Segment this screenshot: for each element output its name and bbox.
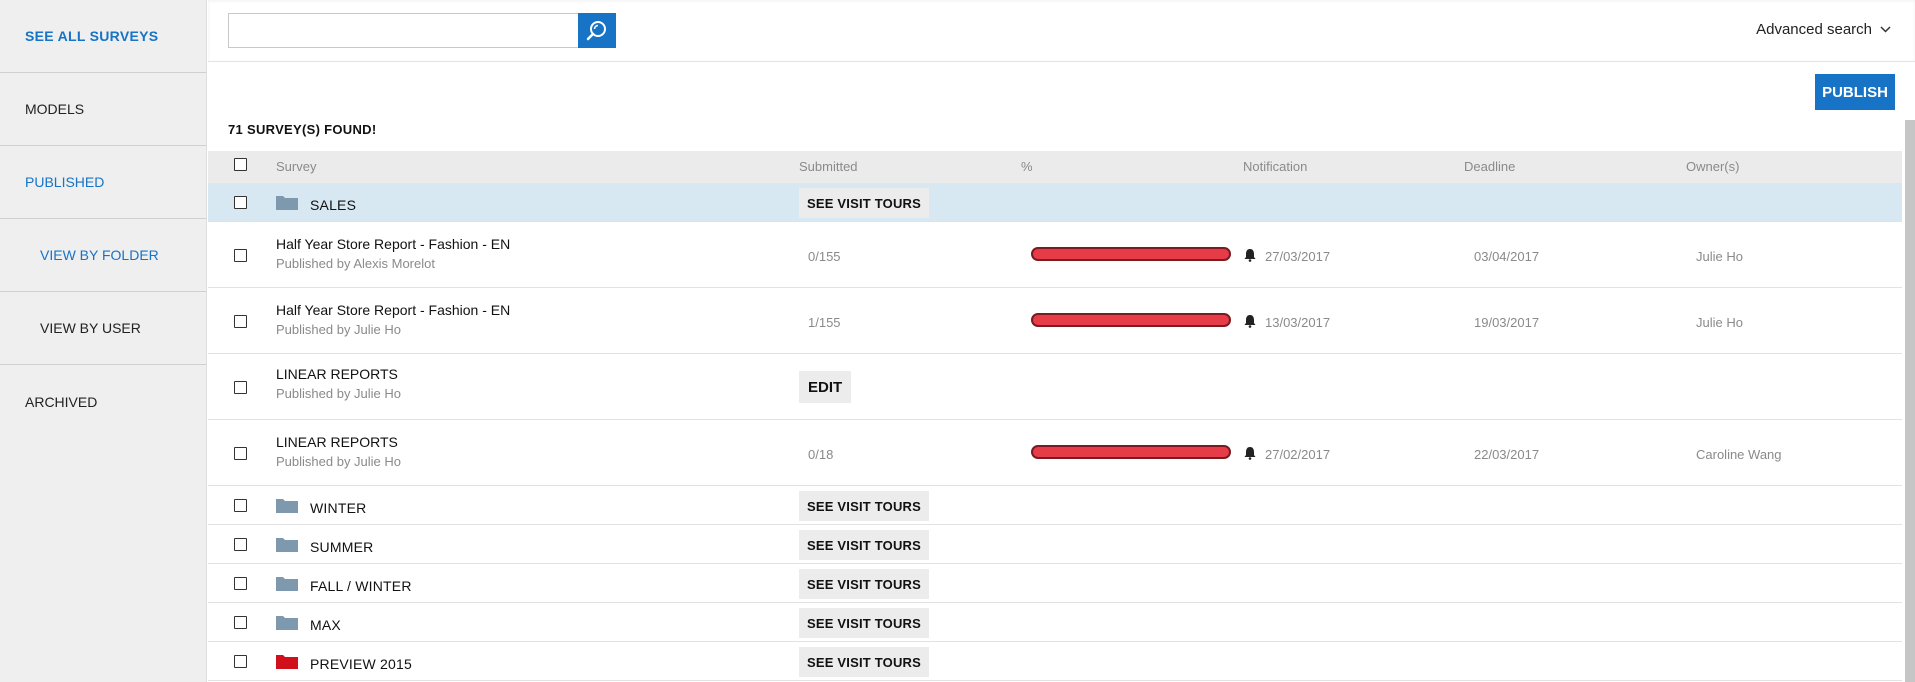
sidebar-item-published[interactable]: PUBLISHED [0,146,206,219]
table-row[interactable]: LINEAR REPORTS Published by Julie Ho 0/1… [208,420,1902,486]
survey-title[interactable]: LINEAR REPORTS [276,434,398,450]
sidebar-item-label: ARCHIVED [25,393,98,410]
sidebar-item-view-by-folder[interactable]: VIEW BY FOLDER [0,219,206,292]
notification-date: 13/03/2017 [1265,315,1331,330]
folder-icon [276,655,298,669]
table-row[interactable]: Half Year Store Report - Fashion - EN Pu… [208,222,1902,288]
folder-name[interactable]: PREVIEW 2015 [310,656,412,672]
folder-icon [276,616,298,630]
search-icon [586,20,606,40]
search-button[interactable] [578,13,616,48]
sidebar-item-view-by-user[interactable]: VIEW BY USER [0,292,206,365]
bell-icon [1244,249,1256,262]
row-checkbox[interactable] [234,315,247,328]
deadline-date: 22/03/2017 [1474,447,1540,462]
folder-icon [276,577,298,591]
column-header-percent[interactable]: % [1021,159,1033,174]
select-all-checkbox[interactable] [234,158,247,171]
row-checkbox[interactable] [234,249,247,262]
sidebar-item-models[interactable]: MODELS [0,73,206,146]
survey-title[interactable]: Half Year Store Report - Fashion - EN [276,236,510,252]
folder-name[interactable]: WINTER [310,500,366,516]
folder-name[interactable]: MAX [310,617,341,633]
sidebar-item-label: VIEW BY FOLDER [40,247,159,263]
table-row[interactable]: Half Year Store Report - Fashion - EN Pu… [208,288,1902,354]
submitted-count: 0/18 [808,447,834,462]
table-row[interactable]: LINEAR REPORTS Published by Julie Ho EDI… [208,354,1902,420]
published-by: Published by Alexis Morelot [276,256,435,271]
published-by: Published by Julie Ho [276,322,402,337]
advanced-search-label: Advanced search [1756,21,1872,38]
folder-name[interactable]: SUMMER [310,539,373,555]
submitted-count: 0/155 [808,249,841,264]
folder-name[interactable]: FALL / WINTER [310,578,412,594]
scrollbar[interactable] [1905,120,1915,682]
row-checkbox[interactable] [234,577,247,590]
sidebar: SEE ALL SURVEYS MODELS PUBLISHED VIEW BY… [0,0,207,682]
notification-date: 27/03/2017 [1265,249,1331,264]
sidebar-item-label: SEE ALL SURVEYS [25,28,159,44]
owner-name: Caroline Wang [1696,447,1782,462]
top-bar: Advanced search [208,0,1915,62]
publish-button[interactable]: PUBLISH [1815,74,1895,110]
table-row[interactable]: MAX SEE VISIT TOURS [208,603,1902,642]
row-checkbox[interactable] [234,447,247,460]
see-visit-tours-button[interactable]: SEE VISIT TOURS [799,530,930,560]
results-count: 71 SURVEY(S) FOUND! [228,122,377,137]
notification-date: 27/02/2017 [1265,447,1331,462]
deadline-date: 03/04/2017 [1474,249,1540,264]
see-visit-tours-button[interactable]: SEE VISIT TOURS [799,188,930,218]
table-row[interactable]: PREVIEW 2015 SEE VISIT TOURS [208,642,1902,681]
survey-table: Survey Submitted % Notification Deadline… [208,151,1902,681]
row-checkbox[interactable] [234,196,247,209]
folder-icon [276,196,298,210]
row-checkbox[interactable] [234,655,247,668]
survey-title[interactable]: Half Year Store Report - Fashion - EN [276,302,510,318]
table-header: Survey Submitted % Notification Deadline… [208,151,1902,183]
row-checkbox[interactable] [234,499,247,512]
published-by: Published by Julie Ho [276,454,402,469]
survey-title[interactable]: LINEAR REPORTS [276,366,398,382]
see-visit-tours-button[interactable]: SEE VISIT TOURS [799,608,930,638]
column-header-notification[interactable]: Notification [1243,159,1307,174]
bell-icon [1244,315,1256,328]
owner-name: Julie Ho [1696,249,1743,264]
sidebar-item-label: PUBLISHED [25,174,105,190]
advanced-search-toggle[interactable]: Advanced search [1756,21,1891,38]
folder-icon [276,538,298,552]
table-row[interactable]: SALES SEE VISIT TOURS [208,183,1902,222]
submitted-count: 1/155 [808,315,841,330]
folder-icon [276,499,298,513]
column-header-survey[interactable]: Survey [276,159,316,174]
deadline-date: 19/03/2017 [1474,315,1540,330]
table-row[interactable]: FALL / WINTER SEE VISIT TOURS [208,564,1902,603]
see-visit-tours-button[interactable]: SEE VISIT TOURS [799,569,930,599]
row-checkbox[interactable] [234,538,247,551]
bell-icon [1244,447,1256,460]
column-header-deadline[interactable]: Deadline [1464,159,1515,174]
row-checkbox[interactable] [234,616,247,629]
sidebar-item-label: VIEW BY USER [40,320,141,336]
sidebar-item-archived[interactable]: ARCHIVED [0,365,206,438]
sidebar-item-label: MODELS [25,101,85,117]
progress-bar [1031,313,1231,327]
see-visit-tours-button[interactable]: SEE VISIT TOURS [799,491,930,521]
folder-name[interactable]: SALES [310,197,356,213]
row-checkbox[interactable] [234,381,247,394]
edit-button[interactable]: EDIT [799,371,852,403]
owner-name: Julie Ho [1696,315,1743,330]
chevron-down-icon [1880,26,1891,33]
table-row[interactable]: SUMMER SEE VISIT TOURS [208,525,1902,564]
progress-bar [1031,247,1231,261]
table-row[interactable]: WINTER SEE VISIT TOURS [208,486,1902,525]
search-input[interactable] [228,13,580,48]
published-by: Published by Julie Ho [276,386,402,401]
progress-bar [1031,445,1231,459]
see-visit-tours-button[interactable]: SEE VISIT TOURS [799,647,930,677]
sidebar-item-see-all-surveys[interactable]: SEE ALL SURVEYS [0,0,206,73]
column-header-submitted[interactable]: Submitted [799,159,858,174]
column-header-owners[interactable]: Owner(s) [1686,159,1739,174]
